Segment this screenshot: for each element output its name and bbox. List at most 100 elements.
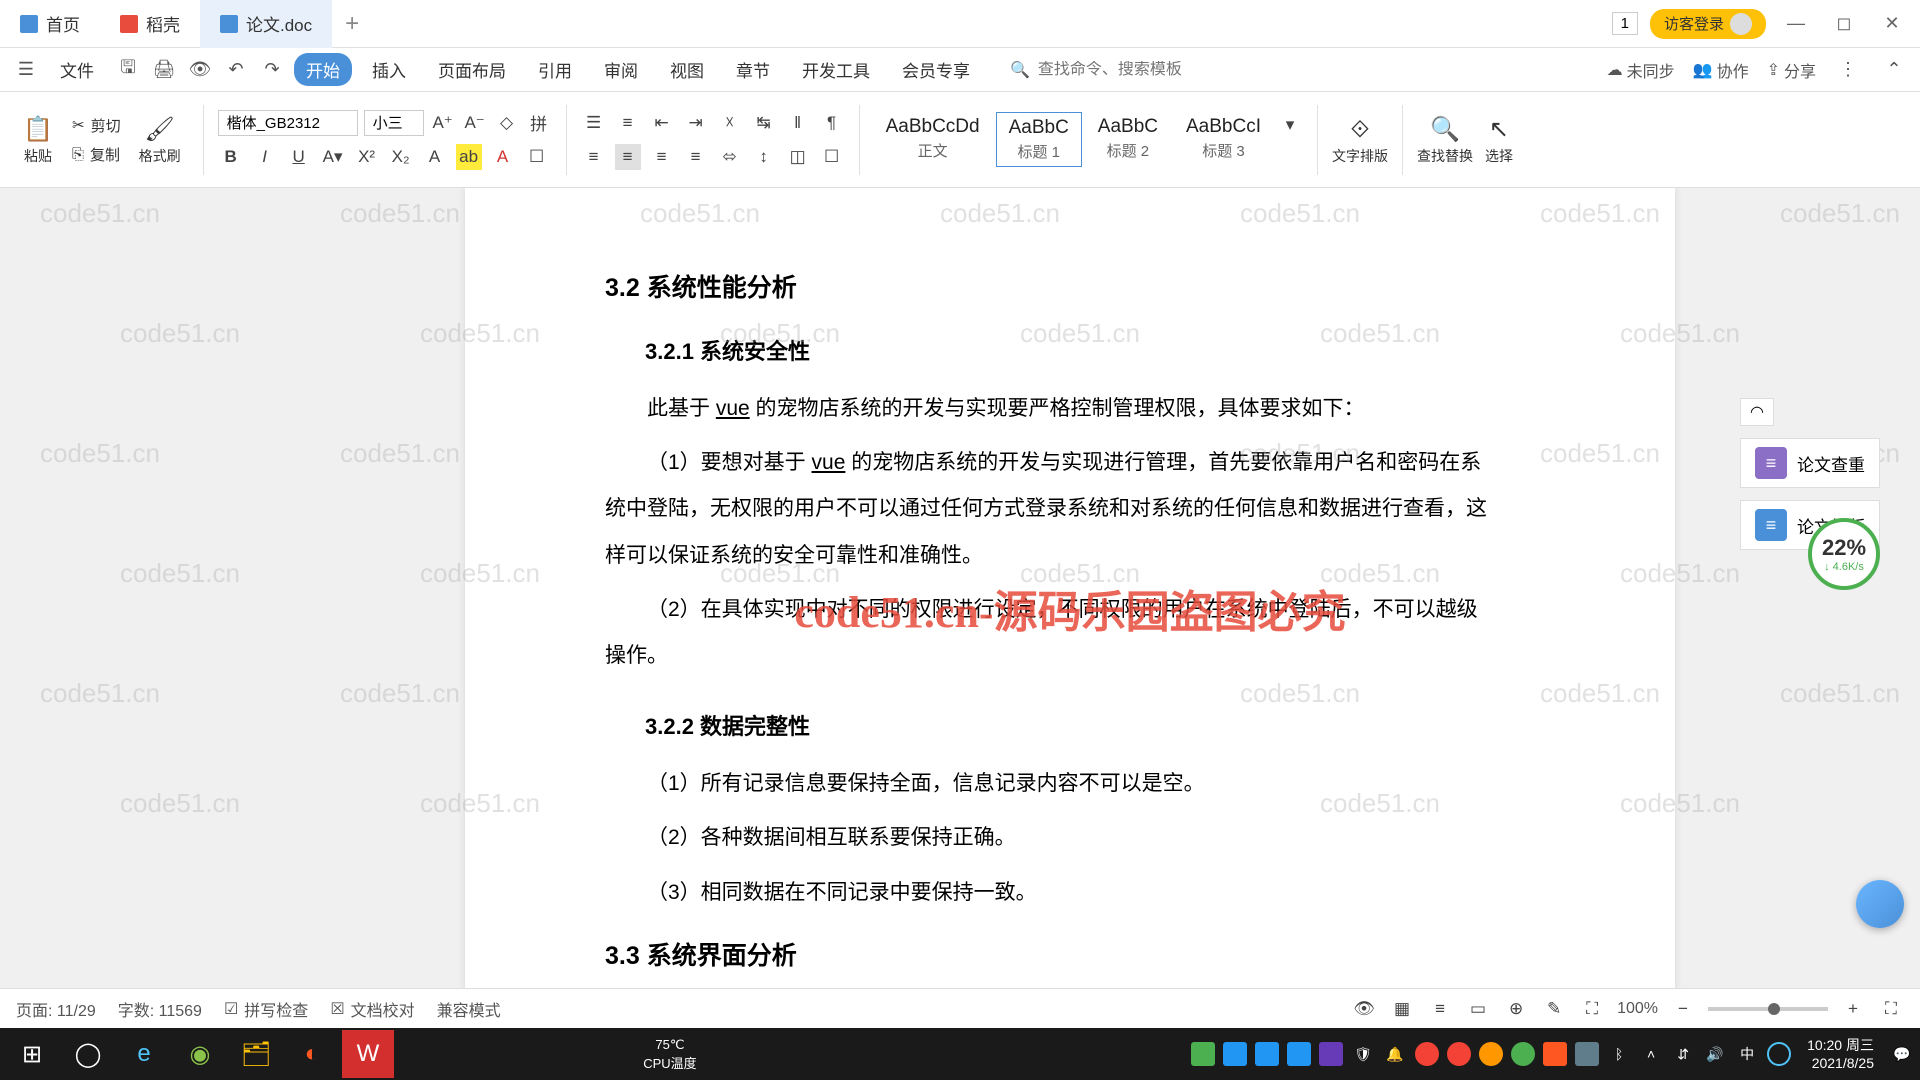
tray-icon[interactable] xyxy=(1543,1042,1567,1066)
search-tray-icon[interactable] xyxy=(1767,1042,1791,1066)
tab-document[interactable]: 论文.doc xyxy=(200,0,332,48)
menu-dev[interactable]: 开发工具 xyxy=(790,53,882,86)
zoom-out-button[interactable]: − xyxy=(1670,996,1696,1022)
fit-icon[interactable]: ⛶ xyxy=(1579,996,1605,1022)
page-view-icon[interactable]: ▦ xyxy=(1389,996,1415,1022)
zoom-in-button[interactable]: + xyxy=(1840,996,1866,1022)
tab-icon[interactable]: ↹ xyxy=(751,110,777,136)
shading-icon[interactable]: ◫ xyxy=(785,144,811,170)
menu-layout[interactable]: 页面布局 xyxy=(426,53,518,86)
bell-icon[interactable]: 🔔 xyxy=(1383,1042,1407,1066)
text-effect-button[interactable]: A xyxy=(422,144,448,170)
tray-icon[interactable] xyxy=(1575,1042,1599,1066)
decrease-indent-icon[interactable]: ⇤ xyxy=(649,110,675,136)
guest-login-button[interactable]: 访客登录 xyxy=(1650,9,1766,39)
tray-icon[interactable] xyxy=(1255,1042,1279,1066)
tray-icon[interactable] xyxy=(1223,1042,1247,1066)
line-spacing-icon[interactable]: ‖ xyxy=(785,110,811,136)
browser-icon[interactable]: ◉ xyxy=(174,1030,226,1078)
wifi-icon[interactable]: ⇵ xyxy=(1671,1042,1695,1066)
number-list-icon[interactable]: ≡ xyxy=(615,110,641,136)
read-view-icon[interactable]: ▭ xyxy=(1465,996,1491,1022)
start-button[interactable]: ⊞ xyxy=(6,1030,58,1078)
tray-icon[interactable] xyxy=(1287,1042,1311,1066)
menu-view[interactable]: 视图 xyxy=(658,53,716,86)
paper-check-button[interactable]: ≡论文查重 xyxy=(1740,438,1880,488)
cpu-temp-widget[interactable]: 75℃CPU温度 xyxy=(643,1037,696,1072)
download-speed-badge[interactable]: 22% ↓ 4.6K/s xyxy=(1808,518,1880,590)
save-icon[interactable]: 🖫 xyxy=(114,56,142,84)
tray-icon[interactable] xyxy=(1511,1042,1535,1066)
clock[interactable]: 10:20 周三2021/8/25 xyxy=(1799,1036,1882,1072)
preview-icon[interactable]: 👁 xyxy=(186,56,214,84)
text-direction-button[interactable]: ⟐文字排版 xyxy=(1332,114,1388,166)
styles-more-icon[interactable]: ▾ xyxy=(1277,112,1303,138)
print-icon[interactable]: 🖨 xyxy=(150,56,178,84)
phonetic-icon[interactable]: 拼 xyxy=(526,110,552,136)
bold-button[interactable]: B xyxy=(218,144,244,170)
font-color-button[interactable]: A▾ xyxy=(320,144,346,170)
annotate-icon[interactable]: ✎ xyxy=(1541,996,1567,1022)
maximize-button[interactable]: ◻ xyxy=(1826,6,1862,42)
italic-button[interactable]: I xyxy=(252,144,278,170)
font-size-select[interactable] xyxy=(364,110,424,136)
shield-icon[interactable]: 🛡 xyxy=(1351,1042,1375,1066)
window-count-badge[interactable]: 1 xyxy=(1612,12,1638,35)
command-search-input[interactable] xyxy=(1038,61,1238,79)
tray-icon[interactable] xyxy=(1447,1042,1471,1066)
cortana-icon[interactable]: ◯ xyxy=(62,1030,114,1078)
menu-member[interactable]: 会员专享 xyxy=(890,53,982,86)
document-page[interactable]: 3.2 系统性能分析 3.2.1 系统安全性 此基于 vue 的宠物店系统的开发… xyxy=(465,188,1675,1028)
explorer-icon[interactable]: 🗂 xyxy=(230,1030,282,1078)
paste-button[interactable]: 📋粘贴 xyxy=(22,114,54,166)
side-toggle[interactable]: ◠ xyxy=(1740,398,1774,426)
menu-file[interactable]: 文件 xyxy=(48,53,106,86)
menu-review[interactable]: 审阅 xyxy=(592,53,650,86)
tab-add[interactable]: + xyxy=(332,10,372,38)
menu-insert[interactable]: 插入 xyxy=(360,53,418,86)
eye-icon[interactable]: 👁 xyxy=(1351,996,1377,1022)
wps-icon[interactable]: W xyxy=(342,1030,394,1078)
highlight-button[interactable]: ab xyxy=(456,144,482,170)
chevron-up-icon[interactable]: ˄ xyxy=(1639,1042,1663,1066)
font-color2-button[interactable]: A xyxy=(490,144,516,170)
volume-icon[interactable]: 🔊 xyxy=(1703,1042,1727,1066)
bluetooth-icon[interactable]: ᛒ xyxy=(1607,1042,1631,1066)
borders-icon[interactable]: ☐ xyxy=(819,144,845,170)
page-indicator[interactable]: 页面: 11/29 xyxy=(16,997,96,1021)
underline-button[interactable]: U xyxy=(286,144,312,170)
tray-icon[interactable] xyxy=(1415,1042,1439,1066)
align-right-icon[interactable]: ≡ xyxy=(649,144,675,170)
close-button[interactable]: ✕ xyxy=(1874,6,1910,42)
style-heading3[interactable]: AaBbCcI标题 3 xyxy=(1174,112,1273,167)
subscript-button[interactable]: X₂ xyxy=(388,144,414,170)
distribute-icon[interactable]: ⬄ xyxy=(717,144,743,170)
show-marks-icon[interactable]: ¶ xyxy=(819,110,845,136)
zoom-slider[interactable] xyxy=(1708,1007,1828,1011)
sort-icon[interactable]: ☓ xyxy=(717,110,743,136)
tray-icon[interactable] xyxy=(1319,1042,1343,1066)
share-button[interactable]: ⇪分享 xyxy=(1767,58,1816,82)
ime-icon[interactable]: 中 xyxy=(1735,1042,1759,1066)
web-view-icon[interactable]: ⊕ xyxy=(1503,996,1529,1022)
decrease-font-icon[interactable]: A⁻ xyxy=(462,110,488,136)
minimize-button[interactable]: — xyxy=(1778,6,1814,42)
align-center-icon[interactable]: ≡ xyxy=(615,144,641,170)
proofread-toggle[interactable]: ☒文档校对 xyxy=(330,997,414,1021)
sync-status[interactable]: ☁未同步 xyxy=(1607,58,1675,82)
menu-reference[interactable]: 引用 xyxy=(526,53,584,86)
redo-icon[interactable]: ↷ xyxy=(258,56,286,84)
word-count[interactable]: 字数: 11569 xyxy=(118,997,202,1021)
tray-icon[interactable] xyxy=(1191,1042,1215,1066)
fullscreen-icon[interactable]: ⛶ xyxy=(1878,996,1904,1022)
char-border-button[interactable]: ☐ xyxy=(524,144,550,170)
outline-view-icon[interactable]: ≡ xyxy=(1427,996,1453,1022)
increase-font-icon[interactable]: A⁺ xyxy=(430,110,456,136)
more-icon[interactable]: ⋮ xyxy=(1834,56,1862,84)
tab-home[interactable]: 首页 xyxy=(0,0,100,48)
notifications-icon[interactable]: 💬 xyxy=(1890,1042,1914,1066)
format-painter-button[interactable]: 🖌格式刷 xyxy=(139,114,181,166)
cut-button[interactable]: ✂剪切 xyxy=(72,115,121,136)
bullet-list-icon[interactable]: ☰ xyxy=(581,110,607,136)
increase-indent-icon[interactable]: ⇥ xyxy=(683,110,709,136)
